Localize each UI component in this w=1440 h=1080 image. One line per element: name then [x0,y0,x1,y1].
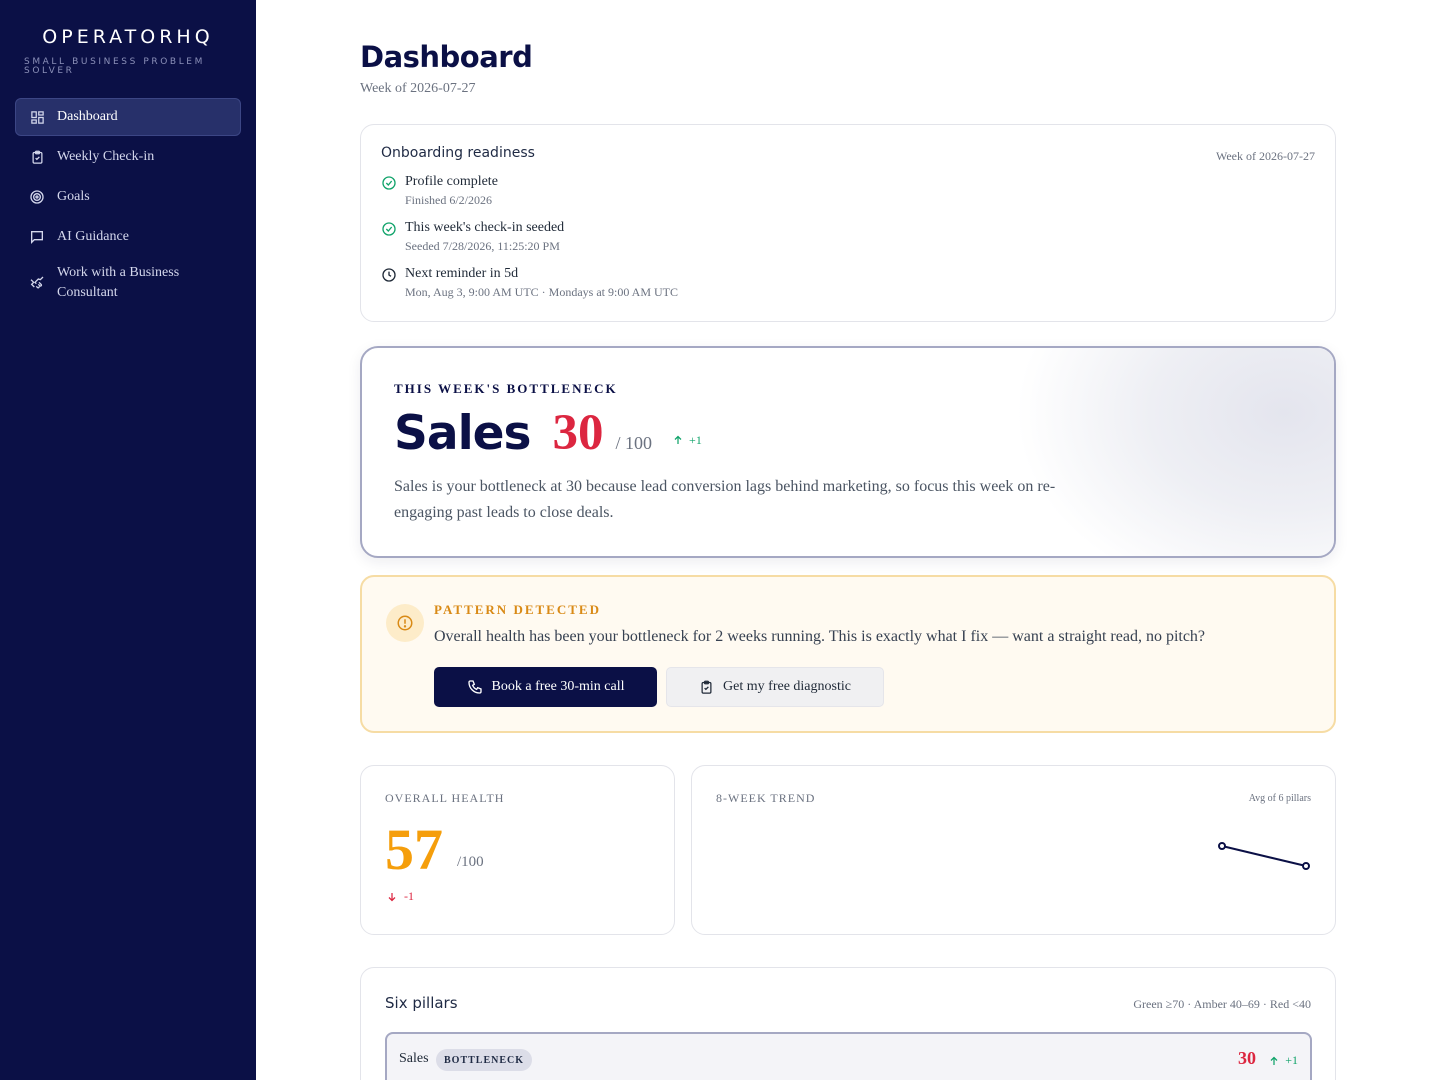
onboarding-item-title: Next reminder in 5d [405,266,519,281]
onboarding-card: Onboarding readiness Week of 2026-07-27 … [360,124,1336,322]
brand-name: OPERATORHQ [42,26,214,48]
brand-tagline: SMALL BUSINESS PROBLEM SOLVER [24,57,205,76]
bottleneck-kicker: THIS WEEK'S BOTTLENECK [394,381,618,396]
bottleneck-headline: Sales 30 / 100 +1 [394,404,702,462]
trend-line [1221,845,1307,867]
phone-icon [467,680,482,694]
bottleneck-delta-value: +1 [689,432,702,447]
health-delta-value: -1 [404,889,414,903]
sidebar-item-goals[interactable]: Goals [15,178,241,216]
sidebar-item-label: AI Guidance [57,229,129,244]
sidebar: OPERATORHQ SMALL BUSINESS PROBLEM SOLVER… [0,0,256,1080]
health-max: /100 [457,854,484,870]
check-circle-icon [381,221,397,237]
sidebar-item-label: Work with a Business Consultant [57,265,180,300]
pattern-card: PATTERN DETECTED Overall health has been… [360,575,1336,733]
bottleneck-badge: BOTTLENECK [436,1049,533,1071]
diagnostic-label: Get my free diagnostic [723,679,851,694]
onboarding-item-detail: Seeded 7/28/2026, 11:25:20 PM [405,239,560,253]
bottleneck-glow [1014,348,1334,556]
onboarding-item-title: This week's check-in seeded [405,220,565,235]
book-call-label: Book a free 30-min call [491,679,625,694]
clock-icon [381,267,397,283]
trend-point [1218,842,1226,850]
bottleneck-score: 30 [552,405,604,461]
onboarding-week: Week of 2026-07-27 [1215,149,1315,163]
pattern-text: Overall health has been your bottleneck … [434,628,1206,645]
onboarding-item: Next reminder in 5d Mon, Aug 3, 9:00 AM … [381,265,1315,301]
health-label: OVERALL HEALTH [385,791,505,805]
trend-point [1302,862,1310,870]
arrow-down-icon [388,892,396,901]
clipboard-icon [28,148,46,166]
sidebar-item-dashboard[interactable]: Dashboard [15,98,241,136]
pillars-title: Six pillars [385,994,458,1012]
onboarding-title: Onboarding readiness [381,145,535,161]
target-icon [28,188,46,206]
book-call-button[interactable]: Book a free 30-min call [434,667,657,707]
onboarding-list: Profile complete Finished 6/2/2026 This … [381,173,1315,301]
dashboard-icon [28,108,46,126]
pillar-row[interactable]: Sales BOTTLENECK 30 +1 [385,1032,1312,1080]
sidebar-item-weekly-check-in[interactable]: Weekly Check-in [15,138,241,176]
bottleneck-card: THIS WEEK'S BOTTLENECK Sales 30 / 100 +1… [360,346,1336,558]
onboarding-item-detail: Finished 6/2/2026 [405,193,493,207]
sidebar-item-label: Dashboard [57,109,118,124]
arrow-up-icon [674,435,682,444]
pattern-kicker: PATTERN DETECTED [434,602,601,617]
sidebar-item-business-consultant[interactable]: Work with a Business Consultant [15,258,241,308]
health-value: 57 [385,817,443,882]
onboarding-item: This week's check-in seeded Seeded 7/28/… [381,219,1315,255]
chat-icon [28,228,46,246]
clipboard-check-icon [701,680,712,694]
diagnostic-button[interactable]: Get my free diagnostic [666,667,884,707]
bottleneck-score-max: / 100 [615,433,653,453]
trend-chart [1218,842,1310,870]
bottleneck-description: Sales is your bottleneck at 30 because l… [394,478,1056,521]
overall-health-card: OVERALL HEALTH 57 /100 -1 [360,765,675,935]
pillar-score: 30 [1238,1048,1256,1068]
page-title: Dashboard [360,40,533,74]
page-subtitle: Week of 2026-07-27 [360,81,476,96]
pillar-name: Sales [399,1051,429,1066]
onboarding-item: Profile complete Finished 6/2/2026 [381,173,1315,209]
onboarding-item-title: Profile complete [405,174,498,189]
pillar-delta: +1 [1268,1053,1298,1068]
bottleneck-delta: +1 [672,433,702,448]
arrow-up-icon [1270,1056,1278,1065]
sidebar-nav: Dashboard Weekly Check-in Goals AI Guida… [0,98,256,308]
pillars-legend: Green ≥70 · Amber 40–69 · Red <40 [1133,997,1311,1011]
pillar-delta-value: +1 [1285,1053,1298,1067]
health-delta: -1 [386,889,414,904]
pillars-card: Six pillars Green ≥70 · Amber 40–69 · Re… [360,967,1336,1080]
brand: OPERATORHQ SMALL BUSINESS PROBLEM SOLVER [0,0,256,76]
trend-card: 8-WEEK TREND Avg of 6 pillars [691,765,1336,935]
onboarding-item-detail: Mon, Aug 3, 9:00 AM UTC · Mondays at 9:0… [405,285,679,299]
bottleneck-pillar: Sales [394,406,532,461]
sidebar-item-label: Goals [57,189,90,204]
alert-circle-icon [386,604,424,642]
sidebar-item-label: Weekly Check-in [57,149,155,164]
handshake-icon [28,274,46,292]
check-circle-icon [381,175,397,191]
sidebar-item-ai-guidance[interactable]: AI Guidance [15,218,241,256]
